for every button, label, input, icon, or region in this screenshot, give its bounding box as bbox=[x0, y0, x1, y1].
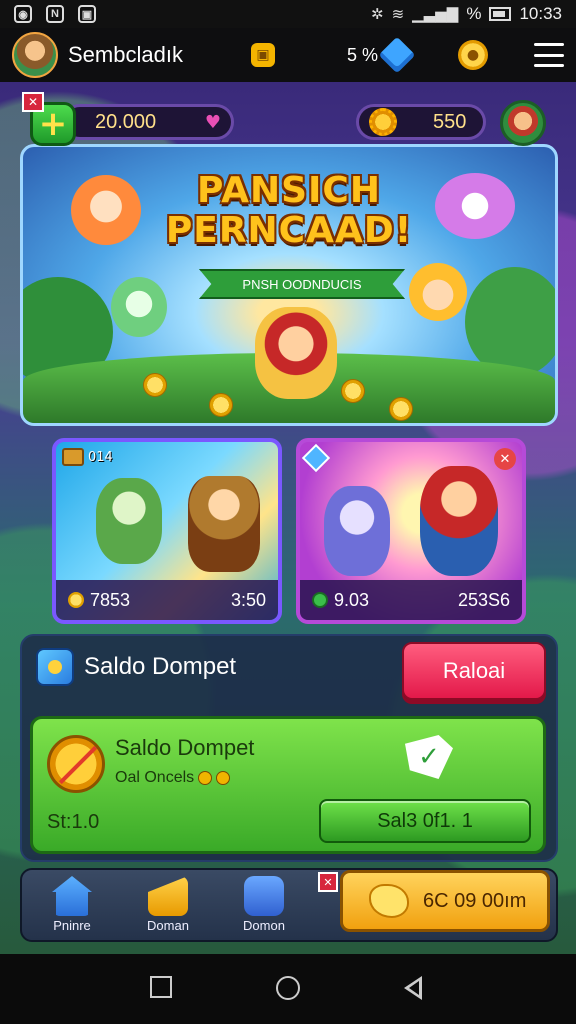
cat-character bbox=[96, 478, 162, 564]
cube-icon bbox=[36, 648, 74, 686]
hero-title-line2: PERNCAAD! bbox=[165, 210, 413, 251]
coin-icon[interactable]: ● bbox=[457, 40, 488, 70]
diamond-icon bbox=[301, 443, 331, 473]
balance-subtitle-text: Oal Oncels bbox=[115, 769, 195, 786]
username: Sembcladık bbox=[68, 42, 183, 67]
coin-icon bbox=[209, 393, 233, 417]
hero-title-line1: PANSICH bbox=[197, 170, 381, 211]
chest-label: 014 bbox=[88, 449, 113, 465]
recents-button[interactable] bbox=[150, 976, 172, 998]
signal-icon: ▁▃▅▇ bbox=[412, 6, 459, 23]
nav-label: Domon bbox=[243, 918, 285, 933]
gem-icon bbox=[312, 592, 328, 608]
blonde-character bbox=[409, 263, 467, 321]
gem-icon[interactable] bbox=[378, 36, 416, 74]
currency-pill-left: 20.000 ♥ bbox=[62, 104, 234, 140]
app-notification-icon: ◉ bbox=[14, 5, 32, 23]
battery-icon bbox=[489, 7, 512, 21]
reload-button[interactable]: Raloai bbox=[402, 642, 546, 700]
nav-label: Pninre bbox=[53, 918, 91, 933]
gold-coin-icon bbox=[369, 108, 397, 136]
notification-icons: ◉ N ▣ bbox=[14, 5, 96, 23]
coin-icon bbox=[68, 592, 84, 608]
gold-nugget-icon bbox=[369, 884, 409, 918]
nav-label: Doman bbox=[147, 918, 189, 933]
miner-character bbox=[188, 476, 260, 572]
hero-character bbox=[420, 466, 498, 576]
ticket-icon[interactable]: ▣ bbox=[250, 43, 275, 67]
cheese-icon bbox=[148, 876, 188, 916]
menu-bar bbox=[534, 64, 564, 67]
wallet-row: Saldo Dompet bbox=[36, 648, 236, 686]
nav-item-puzzle[interactable]: Domon bbox=[226, 876, 302, 940]
balance-amount: St:1.0 bbox=[47, 811, 100, 833]
back-button[interactable] bbox=[404, 976, 422, 1000]
card-footer: 9.03 253S6 bbox=[300, 580, 522, 620]
status-percent: % bbox=[466, 4, 482, 23]
card-footer: 7853 3:50 bbox=[56, 580, 278, 620]
hero-character bbox=[255, 307, 337, 399]
card-right-value: 3:50 bbox=[230, 589, 266, 610]
puzzle-icon bbox=[244, 876, 284, 916]
vibrate-icon: ✲ bbox=[371, 6, 384, 23]
claim-button[interactable]: Sal3 0f1. 1 bbox=[319, 799, 531, 843]
menu-bar bbox=[534, 53, 564, 57]
coin-icon bbox=[216, 771, 231, 785]
cat-character bbox=[324, 486, 390, 576]
chest-icon bbox=[62, 448, 84, 466]
profile-button[interactable] bbox=[500, 100, 546, 146]
clock: 10:33 bbox=[519, 4, 562, 23]
check-icon: ✓ bbox=[405, 735, 453, 779]
home-button[interactable] bbox=[276, 976, 300, 1000]
percent-value: 5 % bbox=[346, 44, 378, 65]
hero-ribbon: PNSH OODNDUCIS bbox=[199, 269, 405, 299]
wallet-label: Saldo Dompet bbox=[84, 653, 237, 680]
nav-item-cheese[interactable]: Doman bbox=[130, 876, 206, 940]
app-header: Sembcladık ▣ 5 % ● bbox=[0, 28, 576, 82]
event-card-2[interactable]: ✕ 9.03 253S6 bbox=[296, 438, 526, 624]
close-icon[interactable]: ✕ bbox=[318, 872, 338, 892]
card-left-value: 7853 bbox=[90, 589, 131, 610]
balance-subtitle: Oal Oncels bbox=[115, 769, 231, 787]
avatar[interactable] bbox=[12, 32, 58, 78]
chest-tag: 014 bbox=[62, 448, 113, 466]
status-right: ✲ ≋ ▁▃▅▇ % 10:33 bbox=[371, 4, 562, 24]
n-notification-icon: N bbox=[46, 5, 64, 23]
card-right-value: 253S6 bbox=[457, 589, 510, 610]
balance-title: Saldo Dompet bbox=[115, 735, 255, 760]
wifi-icon: ≋ bbox=[391, 6, 405, 23]
gold-offer-button[interactable]: 6C 09 00ım bbox=[340, 870, 550, 932]
heart-icon: ♥ bbox=[204, 111, 221, 133]
system-navigation-bar bbox=[0, 954, 576, 1024]
nav-item-home[interactable]: Pninre bbox=[34, 876, 110, 940]
currency-pill-right: 550 bbox=[356, 104, 486, 140]
menu-button[interactable] bbox=[534, 43, 564, 67]
hero-title: PANSICH PERNCAAD! bbox=[23, 171, 555, 251]
hero-banner[interactable]: PANSICH PERNCAAD! PNSH OODNDUCIS bbox=[20, 144, 558, 426]
status-bar: ◉ N ▣ ✲ ≋ ▁▃▅▇ % 10:33 bbox=[0, 0, 576, 28]
event-card-1[interactable]: 014 7853 3:50 bbox=[52, 438, 282, 624]
coin-icon bbox=[389, 397, 413, 421]
card-left-value: 9.03 bbox=[334, 589, 370, 610]
no-coin-icon bbox=[47, 735, 105, 793]
close-icon[interactable]: ✕ bbox=[22, 92, 44, 112]
gold-amount: 550 bbox=[433, 110, 467, 133]
cat-character bbox=[111, 277, 167, 337]
coin-icon bbox=[143, 373, 167, 397]
home-icon bbox=[52, 876, 92, 916]
balance-card: Saldo Dompet Oal Oncels ✓ St:1.0 Sal3 0f… bbox=[30, 716, 546, 854]
gold-offer-label: 6C 09 00ım bbox=[423, 889, 527, 912]
close-icon[interactable]: ✕ bbox=[494, 448, 516, 470]
menu-bar bbox=[534, 43, 564, 46]
currency-amount: 20.000 bbox=[95, 110, 157, 133]
coin-icon bbox=[341, 379, 365, 403]
image-notification-icon: ▣ bbox=[78, 5, 96, 23]
coin-icon bbox=[198, 771, 213, 785]
